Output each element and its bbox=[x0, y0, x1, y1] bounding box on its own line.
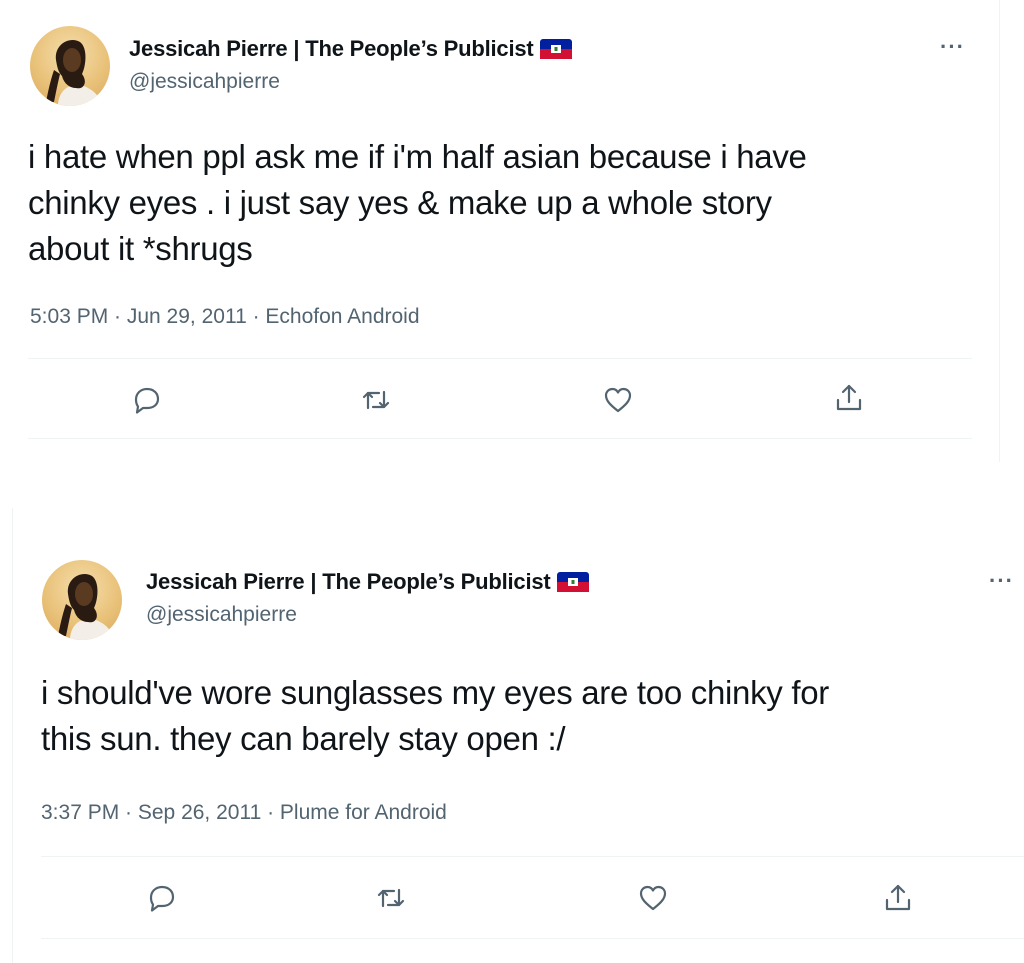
like-icon[interactable] bbox=[602, 384, 634, 416]
avatar[interactable] bbox=[30, 26, 110, 106]
tweet-text: i hate when ppl ask me if i'm half asian… bbox=[28, 138, 807, 267]
divider bbox=[41, 938, 1024, 939]
user-handle[interactable]: @jessicahpierre bbox=[146, 603, 297, 627]
haiti-flag-icon bbox=[556, 572, 589, 592]
reply-icon[interactable] bbox=[131, 384, 163, 416]
tweet-timestamp[interactable]: 5:03 PM · Jun 29, 2011 · Echofon Android bbox=[30, 305, 420, 329]
tweet-card[interactable]: Jessicah Pierre | The People’s Publicist… bbox=[0, 0, 1000, 462]
share-icon[interactable] bbox=[833, 382, 865, 414]
divider bbox=[28, 438, 972, 439]
user-handle[interactable]: @jessicahpierre bbox=[129, 70, 280, 94]
tweet-text: i should've wore sunglasses my eyes are … bbox=[41, 674, 829, 757]
tweet-timestamp[interactable]: 3:37 PM · Sep 26, 2011 · Plume for Andro… bbox=[41, 801, 447, 825]
author-name-line[interactable]: Jessicah Pierre | The People’s Publicist bbox=[146, 569, 589, 595]
divider bbox=[41, 856, 1024, 857]
retweet-icon[interactable] bbox=[360, 384, 392, 416]
more-options-icon[interactable]: ··· bbox=[940, 36, 965, 58]
display-name[interactable]: Jessicah Pierre | The People’s Publicist bbox=[146, 569, 551, 595]
divider bbox=[28, 358, 972, 359]
retweet-icon[interactable] bbox=[375, 882, 407, 914]
avatar[interactable] bbox=[42, 560, 122, 640]
reply-icon[interactable] bbox=[146, 882, 178, 914]
share-icon[interactable] bbox=[882, 882, 914, 914]
display-name[interactable]: Jessicah Pierre | The People’s Publicist bbox=[129, 36, 534, 62]
haiti-flag-icon bbox=[539, 39, 572, 59]
author-name-line[interactable]: Jessicah Pierre | The People’s Publicist bbox=[129, 36, 572, 62]
like-icon[interactable] bbox=[637, 882, 669, 914]
tweet-card[interactable]: Jessicah Pierre | The People’s Publicist… bbox=[12, 508, 1024, 963]
more-options-icon[interactable]: ··· bbox=[989, 570, 1014, 592]
